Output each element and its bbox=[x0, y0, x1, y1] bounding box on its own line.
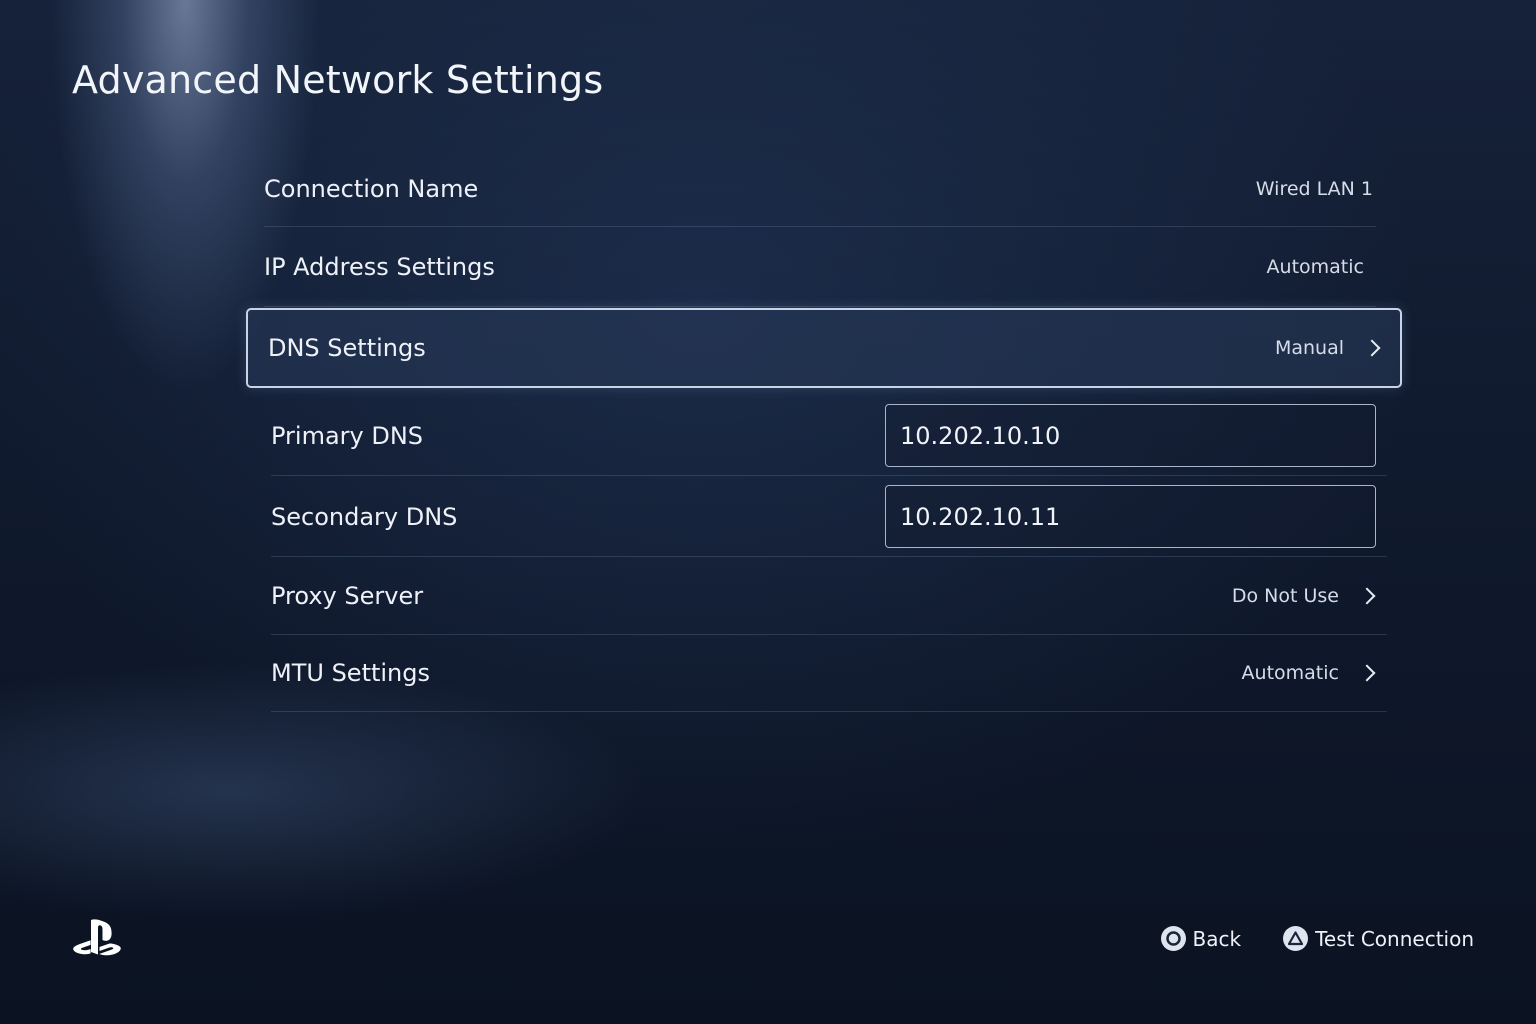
setting-primary-dns: Primary DNS bbox=[271, 396, 1387, 476]
setting-dns[interactable]: DNS Settings Manual bbox=[246, 308, 1402, 388]
dns-mode-value: Manual bbox=[1274, 337, 1344, 359]
mtu-value: Automatic bbox=[1241, 662, 1339, 684]
back-button[interactable]: Back bbox=[1160, 926, 1242, 951]
setting-value: Automatic bbox=[1267, 256, 1364, 278]
test-connection-label: Test Connection bbox=[1315, 926, 1474, 951]
connection-name-value: Wired LAN 1 bbox=[1255, 178, 1373, 200]
setting-connection-name[interactable]: Connection Name Wired LAN 1 bbox=[264, 152, 1376, 227]
setting-value: Do Not Use bbox=[1232, 585, 1377, 607]
ip-address-value: Automatic bbox=[1266, 255, 1364, 278]
page-title: Advanced Network Settings bbox=[72, 58, 604, 102]
setting-label: IP Address Settings bbox=[264, 252, 495, 281]
setting-label: DNS Settings bbox=[268, 334, 426, 362]
setting-label: Proxy Server bbox=[271, 581, 424, 610]
primary-dns-input[interactable] bbox=[885, 404, 1376, 467]
setting-label: Secondary DNS bbox=[271, 502, 458, 531]
footer-actions: Back Test Connection bbox=[1160, 926, 1474, 951]
setting-secondary-dns: Secondary DNS bbox=[271, 477, 1387, 557]
setting-mtu[interactable]: MTU Settings Automatic bbox=[271, 635, 1387, 712]
triangle-button-icon bbox=[1283, 926, 1309, 951]
circle-button-icon bbox=[1160, 926, 1186, 951]
setting-proxy-server[interactable]: Proxy Server Do Not Use bbox=[271, 557, 1387, 635]
setting-label: Connection Name bbox=[264, 175, 479, 203]
playstation-logo-icon bbox=[72, 918, 124, 958]
secondary-dns-input[interactable] bbox=[885, 485, 1376, 548]
chevron-right-icon bbox=[1363, 339, 1381, 357]
setting-label: MTU Settings bbox=[271, 659, 430, 687]
proxy-value: Do Not Use bbox=[1231, 584, 1339, 607]
setting-label: Primary DNS bbox=[271, 421, 424, 450]
chevron-right-icon bbox=[1358, 587, 1376, 604]
setting-value: Automatic bbox=[1242, 662, 1377, 684]
setting-value: Wired LAN 1 bbox=[1256, 178, 1373, 200]
chevron-right-icon bbox=[1358, 664, 1376, 682]
back-label: Back bbox=[1192, 926, 1242, 951]
setting-ip-address[interactable]: IP Address Settings Automatic bbox=[264, 227, 1376, 307]
test-connection-button[interactable]: Test Connection bbox=[1283, 926, 1474, 951]
setting-value: Manual bbox=[1275, 337, 1382, 359]
